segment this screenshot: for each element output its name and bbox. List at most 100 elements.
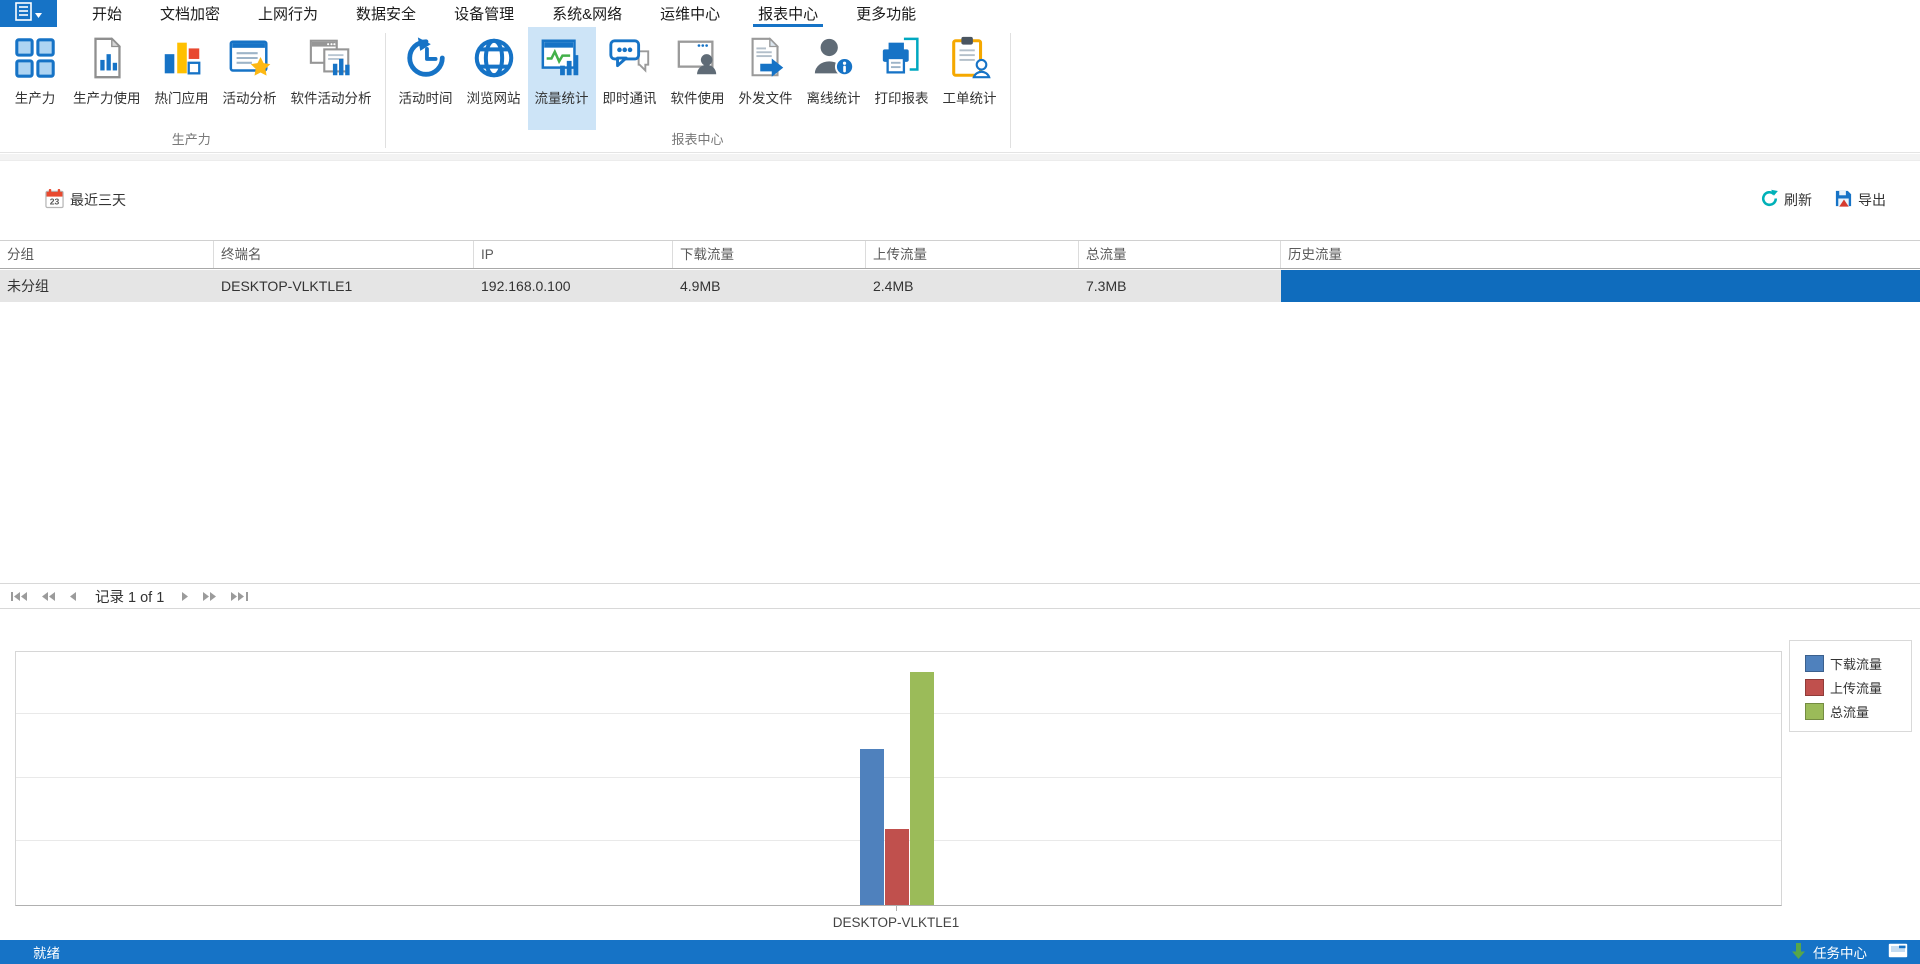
ribbon-button-label: 流量统计 [534,91,589,106]
date-range-filter[interactable]: 23 最近三天 [45,188,126,212]
chart-legend: 下载流量上传流量总流量 [1789,640,1912,732]
ribbon-button-label: 软件活动分析 [290,91,372,106]
x-axis-category-label: DESKTOP-VLKTLE1 [832,915,960,930]
ribbon-button-print-report[interactable]: 打印报表 [868,27,936,130]
legend-item-2: 总流量 [1805,702,1911,721]
ribbon-group-label: 生产力 [171,132,211,147]
chart-bar-0 [860,748,884,905]
ribbon-button-instant-messaging[interactable]: 即时通讯 [596,27,664,130]
column-header-4[interactable]: 上传流量 [866,241,1079,268]
activity-time-icon [402,33,450,83]
column-header-1[interactable]: 终端名 [214,241,474,268]
refresh-icon [1760,189,1779,211]
pager-next-button[interactable] [178,589,193,604]
document-barchart-icon [83,33,131,83]
row-cell-5: 7.3MB [1086,278,1127,294]
pager-next-page-button[interactable] [199,589,221,604]
menu-tab-home[interactable]: 开始 [73,0,141,27]
ribbon-group-report-center-group: 活动时间 浏览网站 流量统计 即时通讯 软件使用 外发文件 离线统计 打印报表 工单统计 报表中心 [388,27,1008,152]
x-axis-tick [896,906,897,911]
row-cell-3: 4.9MB [680,278,721,294]
column-header-3[interactable]: 下载流量 [673,241,866,268]
traffic-stats-icon [538,33,586,83]
menu-tab-report-center[interactable]: 报表中心 [739,0,837,27]
menubar: 开始 文档加密 上网行为 数据安全 设备管理 系统&网络 运维中心 报表中心 更多功能 [0,0,1920,27]
menu-tab-web-behavior[interactable]: 上网行为 [239,0,337,27]
ribbon-button-label: 打印报表 [874,91,929,106]
ribbon-button-browse-website[interactable]: 浏览网站 [460,27,528,130]
popular-apps-icon [158,33,206,83]
legend-swatch-2 [1805,703,1824,720]
pager-prev-page-button[interactable] [38,589,60,604]
ribbon-button-outgoing-files[interactable]: 外发文件 [732,27,800,130]
row-cell-1: DESKTOP-VLKTLE1 [221,278,353,294]
grid-squares-icon [11,33,59,83]
y-gridline [16,712,1781,714]
chart-plot-area [15,651,1782,906]
ribbon-button-software-usage[interactable]: 软件使用 [664,27,732,130]
calendar-icon: 23 [45,188,64,212]
table-row[interactable]: 未分组 DESKTOP-VLKTLE1 192.168.0.100 4.9MB 2.4M… [0,270,1920,302]
ribbon-group-divider [1009,33,1011,148]
calendar-day-label: 23 [50,197,60,207]
monitor-icon[interactable] [1888,943,1908,961]
pager-last-button[interactable] [227,589,252,604]
ribbon-button-label: 活动分析 [222,91,277,106]
ribbon-button-traffic-stats[interactable]: 流量统计 [527,27,596,130]
history-traffic-bar [1281,270,1920,302]
legend-label: 上传流量 [1830,681,1883,696]
app-menu-icon [15,1,32,26]
pager-first-button[interactable] [7,589,32,604]
menu-tab-system-network[interactable]: 系统&网络 [533,0,641,27]
menu-tab-ops-center[interactable]: 运维中心 [641,0,739,27]
menu-tab-doc-encryption[interactable]: 文档加密 [141,0,239,27]
software-usage-icon [674,33,722,83]
ribbon-button-work-order-stats[interactable]: 工单统计 [936,27,1004,130]
refresh-button[interactable]: 刷新 [1760,189,1812,211]
column-header-6[interactable]: 历史流量 [1281,241,1920,268]
menu-tab-data-security[interactable]: 数据安全 [337,0,435,27]
ribbon-button-activity-analysis[interactable]: 活动分析 [216,27,284,130]
starred-report-icon [226,33,274,83]
legend-item-1: 上传流量 [1805,678,1911,697]
ribbon-button-software-activity-analysis[interactable]: 软件活动分析 [284,27,379,130]
ribbon-button-label: 浏览网站 [466,91,521,106]
row-cell-4: 2.4MB [873,278,914,294]
row-cell-0: 未分组 [7,278,49,294]
ribbon-button-label: 生产力 [14,91,56,106]
ribbon-button-productivity[interactable]: 生产力 [4,27,66,130]
pager-prev-button[interactable] [66,589,81,604]
statusbar: 就绪 任务中心 [0,940,1920,964]
pager: 记录 1 of 1 [0,583,1920,609]
column-header-5[interactable]: 总流量 [1079,241,1281,268]
ribbon-button-productivity-usage[interactable]: 生产力使用 [66,27,148,130]
software-activity-icon [307,33,355,83]
app-menu-button[interactable] [0,0,57,27]
download-arrow-icon [1791,942,1806,962]
task-center-button[interactable]: 任务中心 [1813,942,1867,962]
menu-tab-more-features[interactable]: 更多功能 [837,0,935,27]
legend-swatch-1 [1805,679,1824,696]
ribbon-bottom-strip [0,154,1920,161]
row-cell-2: 192.168.0.100 [481,278,571,294]
chat-bubbles-icon [606,33,654,83]
ribbon-button-activity-time[interactable]: 活动时间 [392,27,460,130]
ribbon-button-offline-stats[interactable]: 离线统计 [800,27,868,130]
column-header-2[interactable]: IP [474,241,673,268]
ribbon-button-label: 即时通讯 [602,91,657,106]
export-button[interactable]: 导出 [1834,189,1886,211]
column-header-0[interactable]: 分组 [0,241,214,268]
legend-swatch-0 [1805,655,1824,672]
globe-icon [470,33,518,83]
printer-icon [878,33,926,83]
status-text: 就绪 [33,946,60,961]
ribbon-button-popular-apps[interactable]: 热门应用 [148,27,216,130]
menu-tabs: 开始 文档加密 上网行为 数据安全 设备管理 系统&网络 运维中心 报表中心 更多功能 [73,0,935,27]
menu-tab-device-management[interactable]: 设备管理 [435,0,533,27]
ribbon-group-divider [384,33,386,148]
ribbon-button-label: 活动时间 [398,91,453,106]
ribbon-group-productivity-group: 生产力 生产力使用 热门应用 活动分析 软件活动分析 生产力 [0,27,383,152]
pager-record-label: 记录 1 of 1 [95,589,165,606]
outgoing-file-icon [742,33,790,83]
legend-item-0: 下载流量 [1805,654,1911,673]
